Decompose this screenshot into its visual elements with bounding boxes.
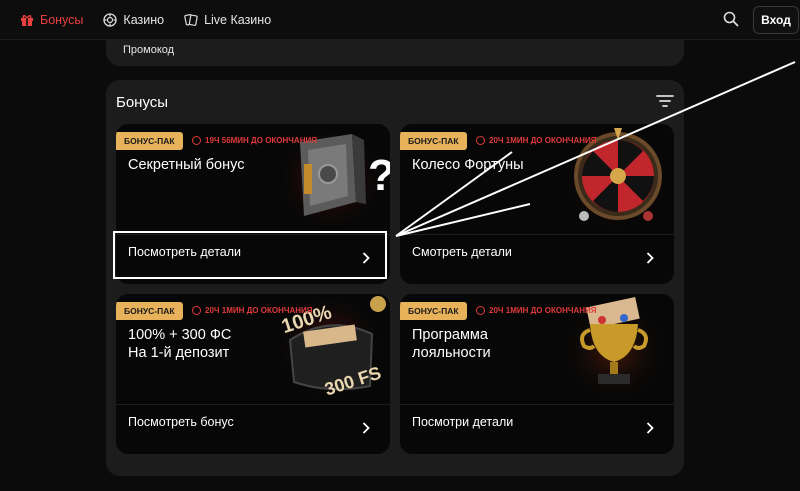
nav-item-label: Live Казино [204, 12, 272, 27]
card-title: 100% + 300 ФС На 1-й депозит [128, 327, 232, 361]
cards-icon [184, 13, 198, 26]
bonus-card-wheel: БОНУС-ПАК 20Ч 1МИН ДО ОКОНЧАНИЯ Колесо Ф… [400, 124, 674, 284]
countdown-timer: 20Ч 1МИН ДО ОКОНЧАНИЯ [476, 306, 597, 315]
card-title: Программа лояльности [412, 327, 491, 361]
bonus-pack-badge: БОНУС-ПАК [400, 132, 467, 150]
clock-icon [476, 306, 485, 315]
chevron-right-icon [646, 252, 654, 264]
details-label: Посмотри детали [412, 415, 514, 429]
countdown-timer: 20Ч 1МИН ДО ОКОНЧАНИЯ [476, 136, 597, 145]
clock-icon [192, 306, 201, 315]
clock-icon [192, 136, 201, 145]
timer-text: 20Ч 1МИН ДО ОКОНЧАНИЯ [205, 306, 313, 315]
panel-title: Бонусы [116, 94, 169, 111]
countdown-timer: 20Ч 1МИН ДО ОКОНЧАНИЯ [192, 306, 313, 315]
bonuses-panel: Бонусы ? БОНУС-ПАК 19Ч 56МИН ДО ОКОНЧАНИ… [106, 80, 684, 476]
filter-icon[interactable] [656, 93, 674, 109]
promo-code-label[interactable]: Промокод [123, 44, 174, 56]
nav-item-casino[interactable]: Казино [103, 13, 164, 27]
card-title: Секретный бонус [128, 157, 245, 173]
promo-code-section: Промокод [106, 40, 684, 66]
nav-item-label: Казино [123, 12, 165, 27]
bonus-card-secret: ? БОНУС-ПАК 19Ч 56МИН ДО ОКОНЧАНИЯ Секре… [116, 124, 390, 284]
timer-text: 20Ч 1МИН ДО ОКОНЧАНИЯ [489, 136, 597, 145]
details-label: Смотреть детали [412, 245, 512, 259]
gift-icon [21, 14, 33, 26]
chip-icon [103, 12, 118, 27]
top-nav: Бонусы Казино Live Казино Вход [0, 0, 800, 40]
search-icon[interactable] [722, 10, 740, 28]
timer-text: 19Ч 56МИН ДО ОКОНЧАНИЯ [205, 136, 317, 145]
bonus-pack-badge: БОНУС-ПАК [116, 132, 183, 150]
clock-icon [476, 136, 485, 145]
nav-item-live-casino[interactable]: Live Казино [184, 13, 271, 27]
view-details-button[interactable]: Посмотри детали [400, 404, 674, 454]
countdown-timer: 19Ч 56МИН ДО ОКОНЧАНИЯ [192, 136, 317, 145]
bonus-pack-badge: БОНУС-ПАК [400, 302, 467, 320]
details-label: Посмотреть детали [128, 245, 242, 259]
bonus-card-loyalty: БОНУС-ПАК 20Ч 1МИН ДО ОКОНЧАНИЯ Программ… [400, 294, 674, 454]
chevron-right-icon [362, 252, 370, 264]
chevron-right-icon [362, 422, 370, 434]
view-details-button[interactable]: Посмотреть детали [116, 234, 390, 284]
bonus-card-deposit: 100% 300 FS БОНУС-ПАК 20Ч 1МИН ДО ОКОНЧА… [116, 294, 390, 454]
bonus-pack-badge: БОНУС-ПАК [116, 302, 183, 320]
chevron-right-icon [646, 422, 654, 434]
view-bonus-button[interactable]: Посмотреть бонус [116, 404, 390, 454]
svg-text:?: ? [368, 151, 390, 200]
login-button[interactable]: Вход [753, 6, 799, 34]
card-title: Колесо Фортуны [412, 157, 524, 173]
view-details-button[interactable]: Смотреть детали [400, 234, 674, 284]
nav-item-label: Бонусы [40, 12, 84, 27]
timer-text: 20Ч 1МИН ДО ОКОНЧАНИЯ [489, 306, 597, 315]
nav-item-bonuses[interactable]: Бонусы [20, 13, 83, 27]
details-label: Посмотреть бонус [128, 415, 234, 429]
